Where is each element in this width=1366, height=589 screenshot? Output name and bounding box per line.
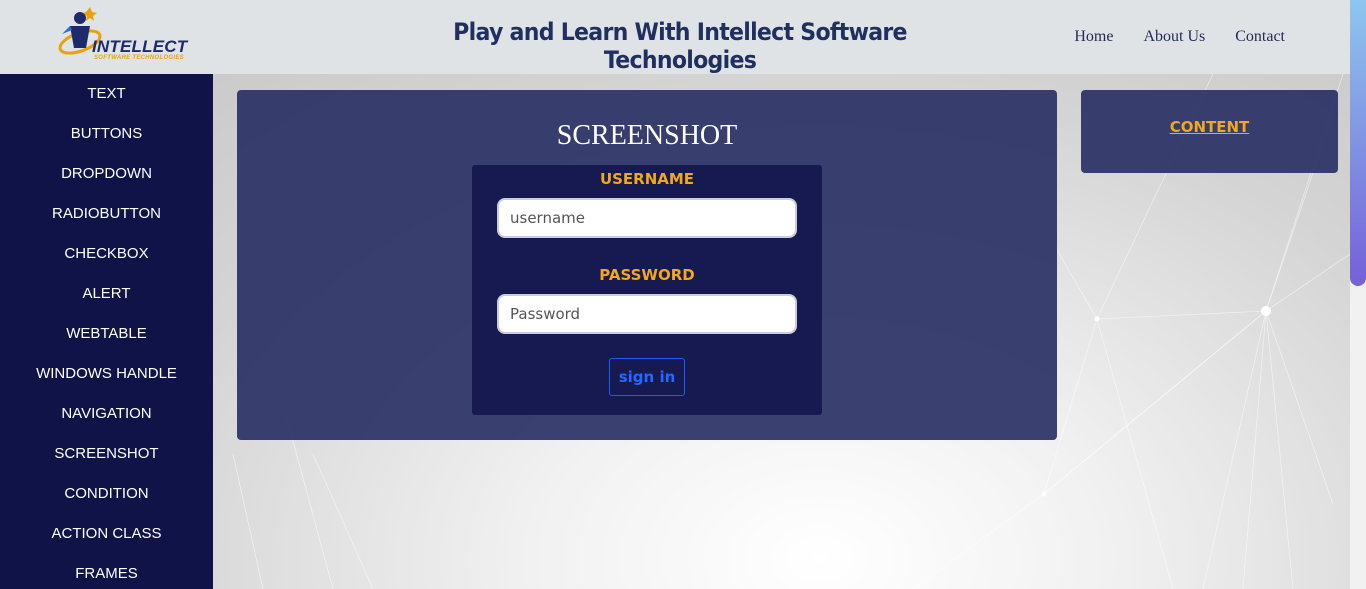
password-label: PASSWORD	[599, 266, 695, 284]
nav-home-link[interactable]: Home	[1074, 28, 1113, 46]
sidebar-item-screenshot[interactable]: SCREENSHOT	[0, 434, 213, 474]
sidebar: TEXT BUTTONS DROPDOWN RADIOBUTTON CHECKB…	[0, 74, 213, 589]
page-scrollbar[interactable]	[1350, 0, 1366, 589]
sidebar-item-condition[interactable]: CONDITION	[0, 474, 213, 514]
site-logo[interactable]: INTELLECT SOFTWARE TECHNOLOGIES	[56, 4, 192, 64]
site-title: Play and Learn With Intellect Software T…	[453, 18, 907, 74]
screenshot-panel: SCREENSHOT USERNAME PASSWORD sign in	[237, 90, 1057, 440]
page-title: SCREENSHOT	[556, 120, 738, 151]
sidebar-item-windows-handle[interactable]: WINDOWS HANDLE	[0, 354, 213, 394]
content-link[interactable]: CONTENT	[1081, 118, 1338, 136]
username-label: USERNAME	[599, 170, 695, 188]
sidebar-item-webtable[interactable]: WEBTABLE	[0, 314, 213, 354]
content-panel: CONTENT	[1081, 90, 1338, 173]
sidebar-item-navigation[interactable]: NAVIGATION	[0, 394, 213, 434]
logo-subtext: SOFTWARE TECHNOLOGIES	[94, 55, 184, 61]
sidebar-item-buttons[interactable]: BUTTONS	[0, 114, 213, 154]
scrollbar-thumb[interactable]	[1350, 0, 1366, 286]
sidebar-item-checkbox[interactable]: CHECKBOX	[0, 234, 213, 274]
sidebar-item-dropdown[interactable]: DROPDOWN	[0, 154, 213, 194]
logo-text: INTELLECT	[92, 37, 188, 56]
site-header: INTELLECT SOFTWARE TECHNOLOGIES Play and…	[0, 0, 1350, 74]
top-nav: Home About Us Contact	[1074, 28, 1285, 46]
sidebar-item-alert[interactable]: ALERT	[0, 274, 213, 314]
nav-contact-link[interactable]: Contact	[1235, 28, 1285, 46]
sidebar-item-action-class[interactable]: ACTION CLASS	[0, 514, 213, 554]
sign-in-button[interactable]: sign in	[609, 358, 685, 396]
password-input[interactable]	[497, 294, 797, 334]
nav-about-us-link[interactable]: About Us	[1143, 28, 1205, 46]
username-input[interactable]	[497, 198, 797, 238]
sidebar-item-radiobutton[interactable]: RADIOBUTTON	[0, 194, 213, 234]
login-form: USERNAME PASSWORD sign in	[472, 165, 822, 415]
sidebar-item-text[interactable]: TEXT	[0, 74, 213, 114]
sidebar-item-frames[interactable]: FRAMES	[0, 554, 213, 589]
